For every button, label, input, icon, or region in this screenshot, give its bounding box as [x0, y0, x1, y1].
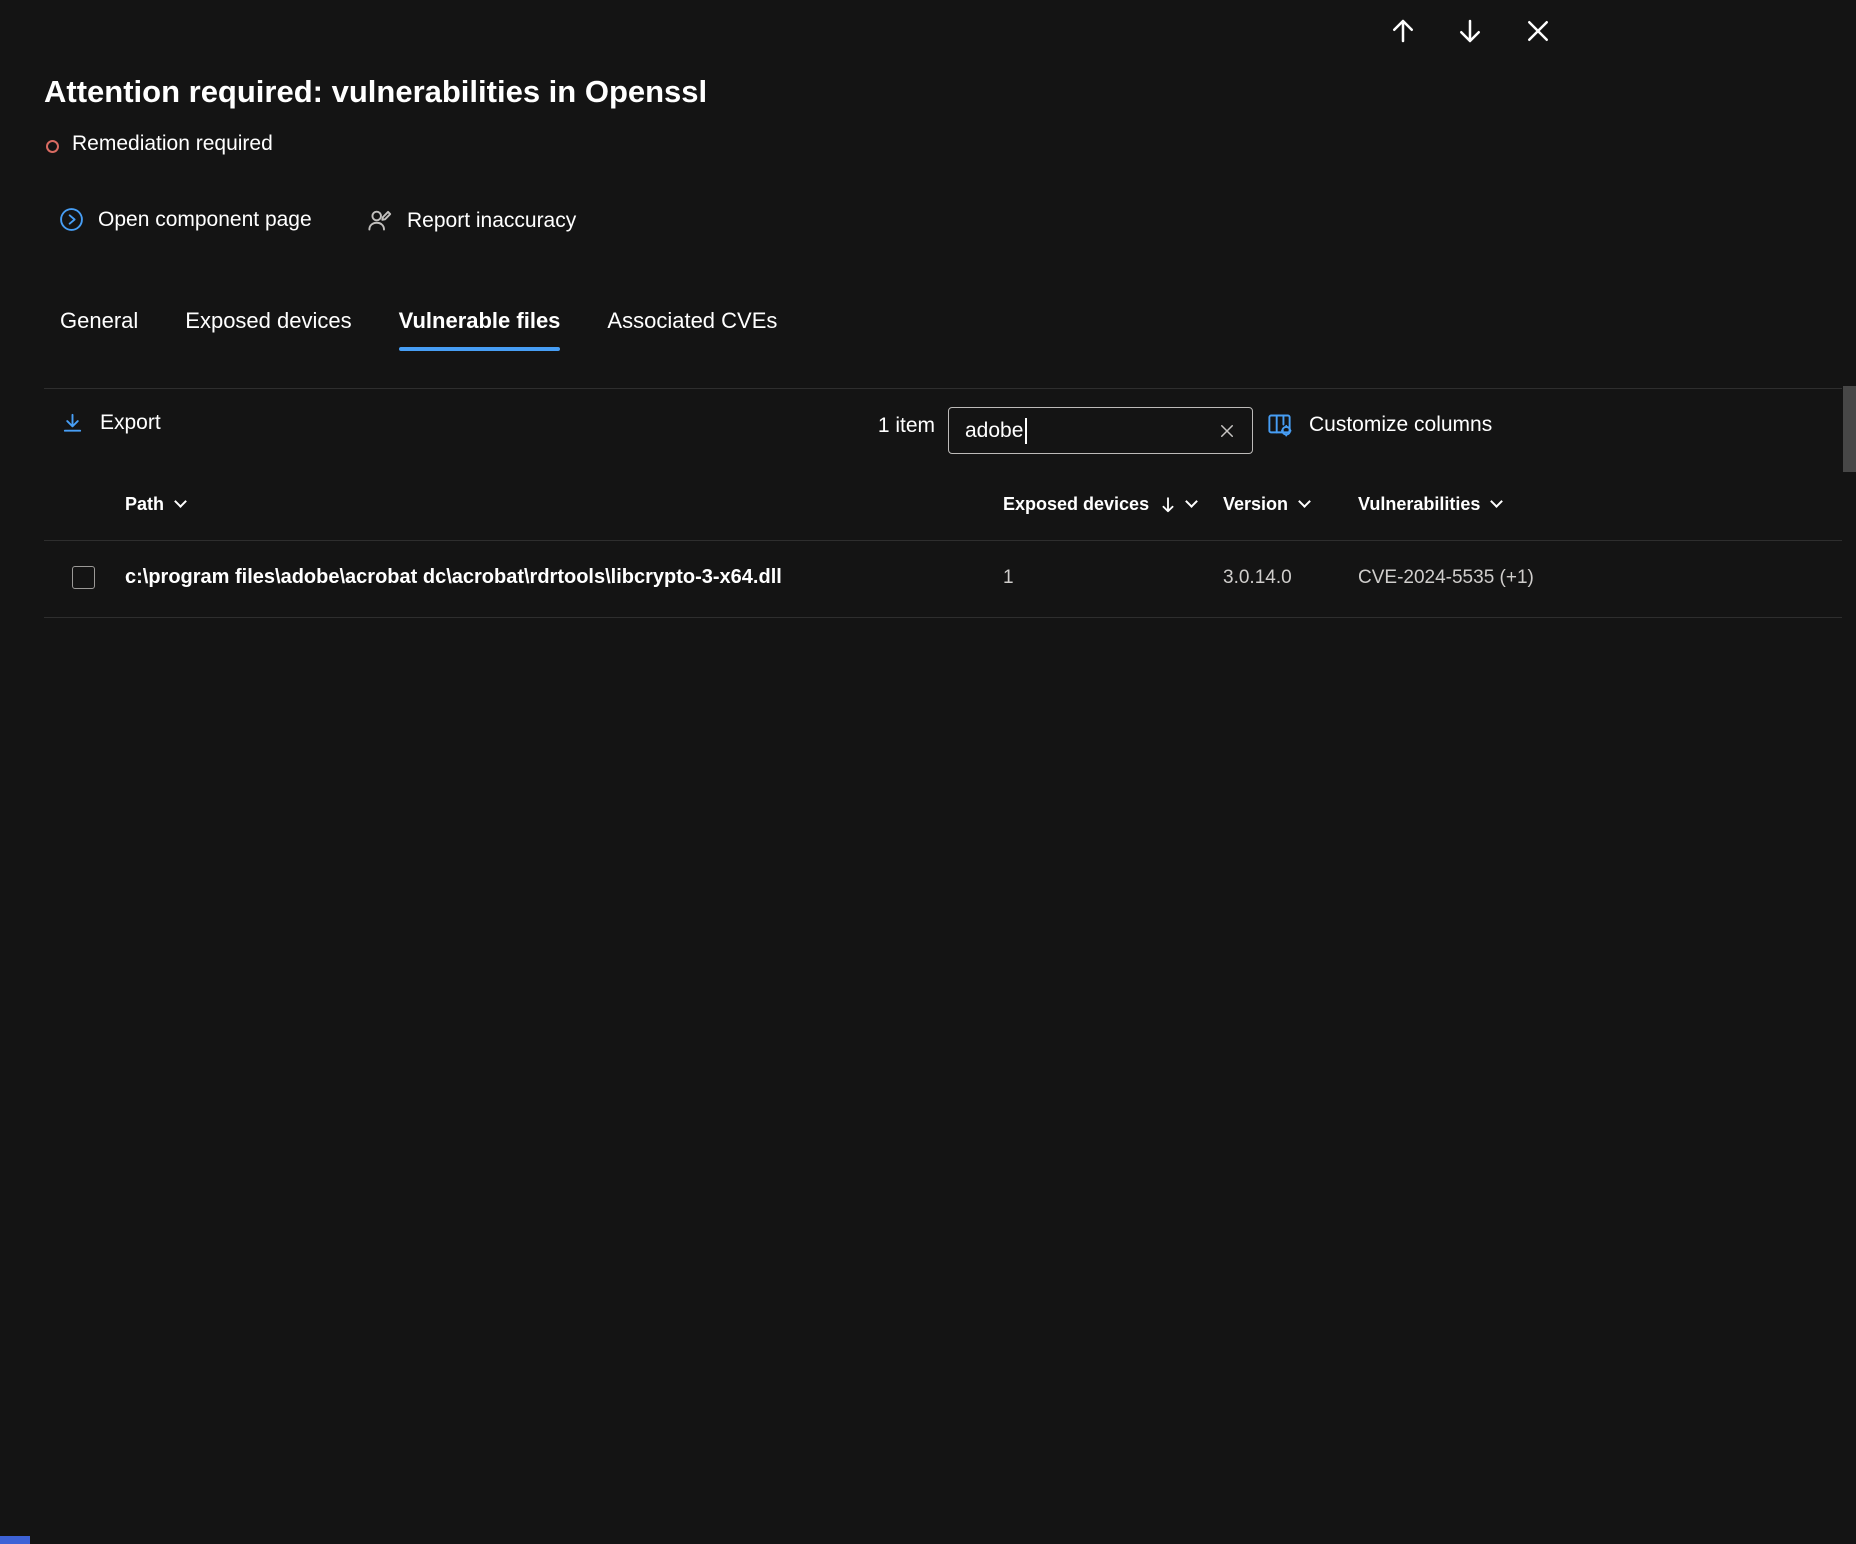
export-button[interactable]: Export [61, 411, 161, 435]
export-label: Export [100, 411, 161, 434]
text-caret [1025, 417, 1027, 444]
bottom-edge-artifact [0, 1536, 30, 1544]
table-row[interactable]: c:\program files\adobe\acrobat dc\acroba… [44, 541, 1842, 617]
sort-descending-icon [1161, 496, 1175, 513]
row-divider [44, 617, 1842, 618]
column-header-vulnerabilities[interactable]: Vulnerabilities [1358, 494, 1504, 515]
chevron-down-icon [1490, 495, 1504, 508]
tab-associated-cves[interactable]: Associated CVEs [607, 308, 777, 351]
page-title: Attention required: vulnerabilities in O… [44, 74, 708, 109]
section-divider [44, 388, 1842, 389]
customize-columns-icon [1268, 414, 1292, 437]
person-feedback-icon [368, 210, 392, 231]
report-inaccuracy-label: Report inaccuracy [407, 208, 577, 232]
customize-columns-button[interactable]: Customize columns [1266, 411, 1492, 438]
cell-path: c:\program files\adobe\acrobat dc\acroba… [125, 566, 782, 588]
up-arrow-icon [1393, 19, 1413, 43]
tab-exposed-devices[interactable]: Exposed devices [185, 308, 351, 351]
tab-bar: General Exposed devices Vulnerable files… [60, 308, 777, 351]
close-icon [1528, 21, 1548, 41]
circle-chevron-right-icon [60, 208, 83, 231]
customize-columns-label: Customize columns [1309, 412, 1493, 436]
chevron-down-icon [174, 495, 187, 508]
clear-x-icon [1221, 424, 1233, 437]
clear-search-button[interactable] [1210, 414, 1244, 448]
tab-vulnerable-files[interactable]: Vulnerable files [398, 308, 561, 351]
vertical-scrollbar-thumb[interactable] [1843, 386, 1856, 472]
column-header-version[interactable]: Version [1223, 494, 1311, 515]
previous-item-button[interactable] [1382, 10, 1424, 52]
open-component-page-label: Open component page [98, 207, 312, 231]
cell-vulnerabilities: CVE-2024-5535 (+1) [1358, 567, 1534, 588]
chevron-down-icon [1185, 495, 1198, 508]
remediation-status-icon [46, 140, 59, 153]
search-input[interactable]: adobe [948, 407, 1253, 454]
down-arrow-icon [1460, 19, 1480, 43]
search-value: adobe [965, 418, 1024, 442]
column-header-path[interactable]: Path [125, 494, 187, 515]
next-item-button[interactable] [1449, 10, 1491, 52]
item-count: 1 item [877, 414, 935, 437]
column-header-exposed-devices[interactable]: Exposed devices [1003, 494, 1198, 515]
active-tab-indicator [398, 347, 561, 351]
cell-version: 3.0.14.0 [1223, 567, 1292, 588]
row-checkbox[interactable] [72, 566, 95, 589]
cell-exposed-devices: 1 [1003, 567, 1014, 588]
flyout-panel: Attention required: vulnerabilities in O… [0, 0, 1856, 1544]
status-label: Remediation required [72, 132, 273, 155]
chevron-down-icon [1298, 495, 1311, 508]
open-component-page-link[interactable]: Open component page [59, 207, 312, 232]
download-icon [63, 413, 82, 432]
report-inaccuracy-link[interactable]: Report inaccuracy [366, 207, 576, 234]
close-button[interactable] [1517, 10, 1559, 52]
tab-general[interactable]: General [60, 308, 138, 351]
